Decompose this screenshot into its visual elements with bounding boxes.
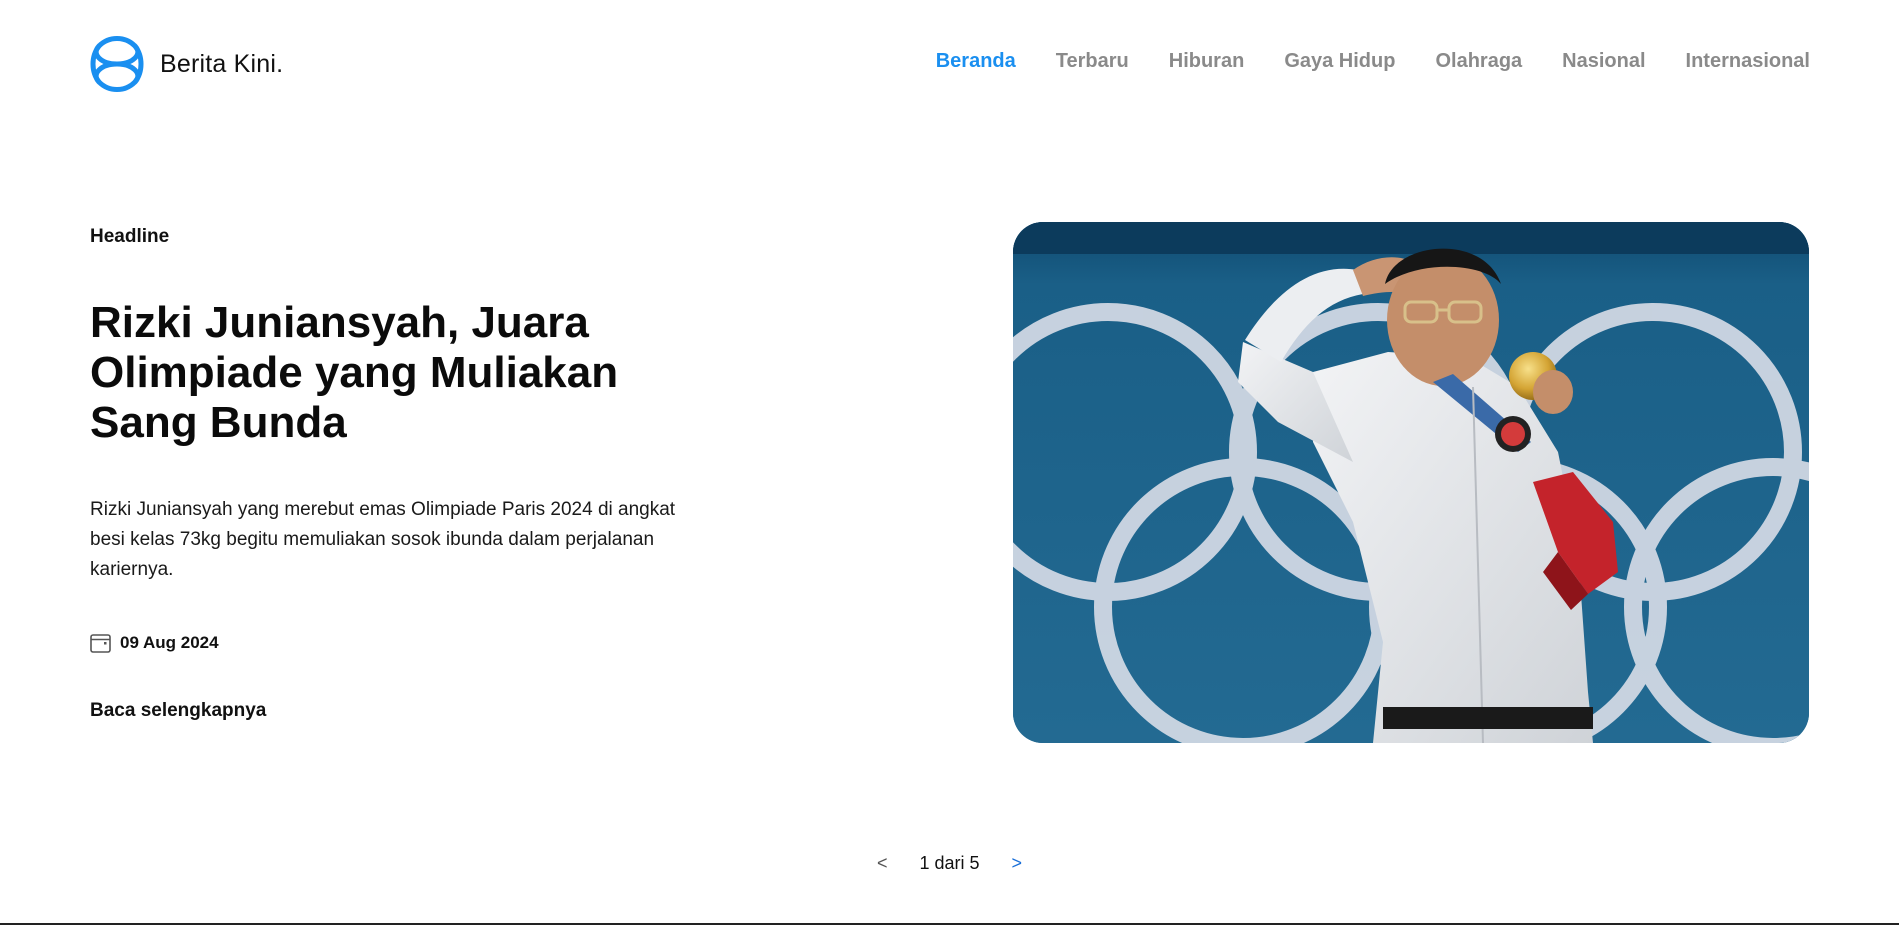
site-header: Berita Kini. Beranda Terbaru Hiburan Gay… [0, 0, 1899, 132]
nav-item-beranda[interactable]: Beranda [936, 50, 1016, 73]
nav-item-terbaru[interactable]: Terbaru [1056, 50, 1129, 73]
article-summary: Rizki Juniansyah yang merebut emas Olimp… [90, 499, 676, 580]
pagination: < 1 dari 5 > [0, 853, 1899, 874]
article-date: 09 Aug 2024 [90, 633, 219, 653]
nav-item-nasional[interactable]: Nasional [1562, 50, 1645, 73]
main-nav: Beranda Terbaru Hiburan Gaya Hidup Olahr… [936, 50, 1810, 73]
athlete-saluting-with-gold-medal-image [1013, 222, 1809, 743]
date-text: 09 Aug 2024 [120, 633, 219, 652]
pagination-status: 1 dari 5 [919, 853, 980, 873]
nav-item-gaya-hidup[interactable]: Gaya Hidup [1284, 50, 1395, 73]
brand-home-link[interactable]: Berita Kini. [89, 36, 283, 92]
hero-image[interactable] [1013, 222, 1809, 743]
nav-item-hiburan[interactable]: Hiburan [1169, 50, 1245, 73]
interlocking-loops-logo-icon [90, 36, 144, 92]
article-title: Rizki Juniansyah, Juara Olimpiade yang M… [90, 298, 619, 447]
nav-item-internasional[interactable]: Internasional [1686, 50, 1810, 73]
read-more-link[interactable]: Baca selengkapnya [90, 700, 266, 722]
pagination-prev-button[interactable]: < [873, 853, 892, 874]
pagination-next-button[interactable]: > [1008, 853, 1027, 874]
headline-kicker: Headline [90, 226, 170, 247]
brand-name: Berita Kini. [160, 49, 284, 78]
calendar-icon [90, 634, 111, 653]
nav-item-olahraga[interactable]: Olahraga [1435, 50, 1522, 73]
